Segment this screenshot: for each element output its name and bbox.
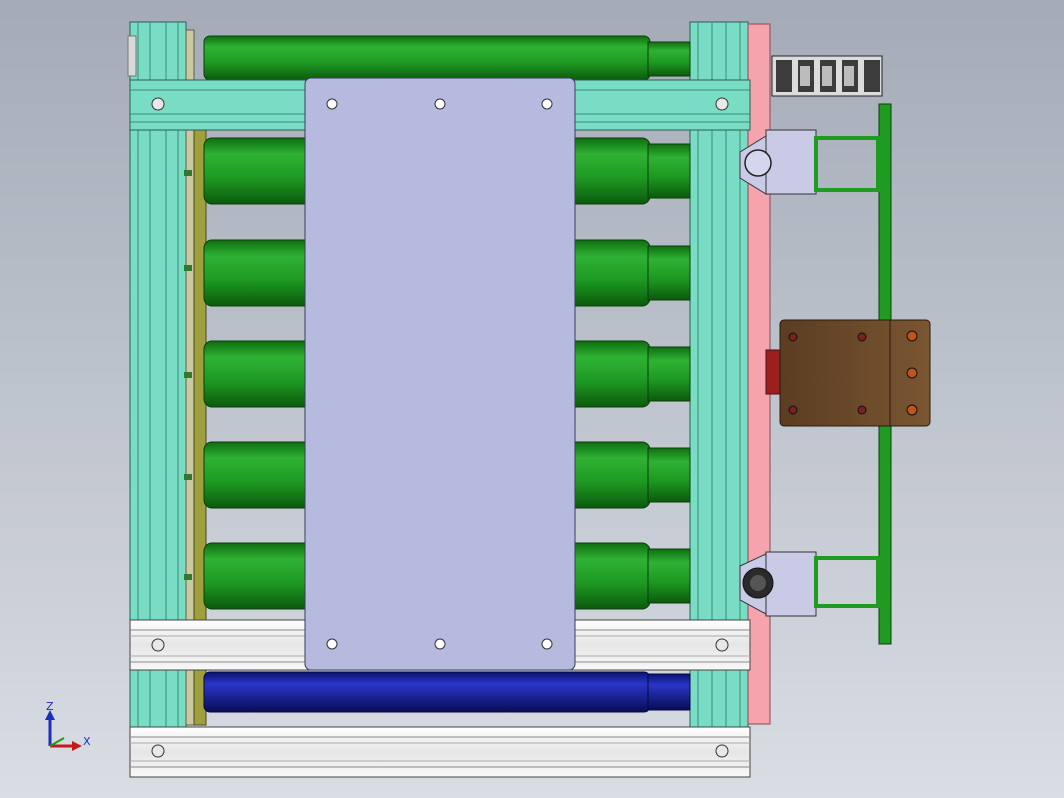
bolt: [715, 744, 729, 758]
model-canvas[interactable]: Z X: [0, 0, 1064, 798]
cad-viewport[interactable]: Z X: [0, 0, 1064, 798]
axis-z-label: Z: [46, 700, 54, 713]
cable-drag-chain[interactable]: [771, 55, 883, 97]
plate-hole: [434, 98, 446, 110]
plate-hole: [326, 638, 338, 650]
bolt: [715, 638, 729, 652]
roller-top[interactable]: [203, 35, 691, 81]
drive-motor[interactable]: [765, 319, 931, 427]
bolt: [151, 638, 165, 652]
bolt: [151, 744, 165, 758]
plate-hole: [434, 638, 446, 650]
axis-x-label: X: [83, 735, 91, 748]
plate-hole: [541, 638, 553, 650]
base-cross-extrusion[interactable]: [129, 726, 751, 778]
plate-hole: [326, 98, 338, 110]
center-plate[interactable]: [304, 77, 576, 671]
plate-hole: [541, 98, 553, 110]
bolt: [151, 97, 165, 111]
bolt: [715, 97, 729, 111]
roller-bottom-blue[interactable]: [203, 671, 691, 713]
